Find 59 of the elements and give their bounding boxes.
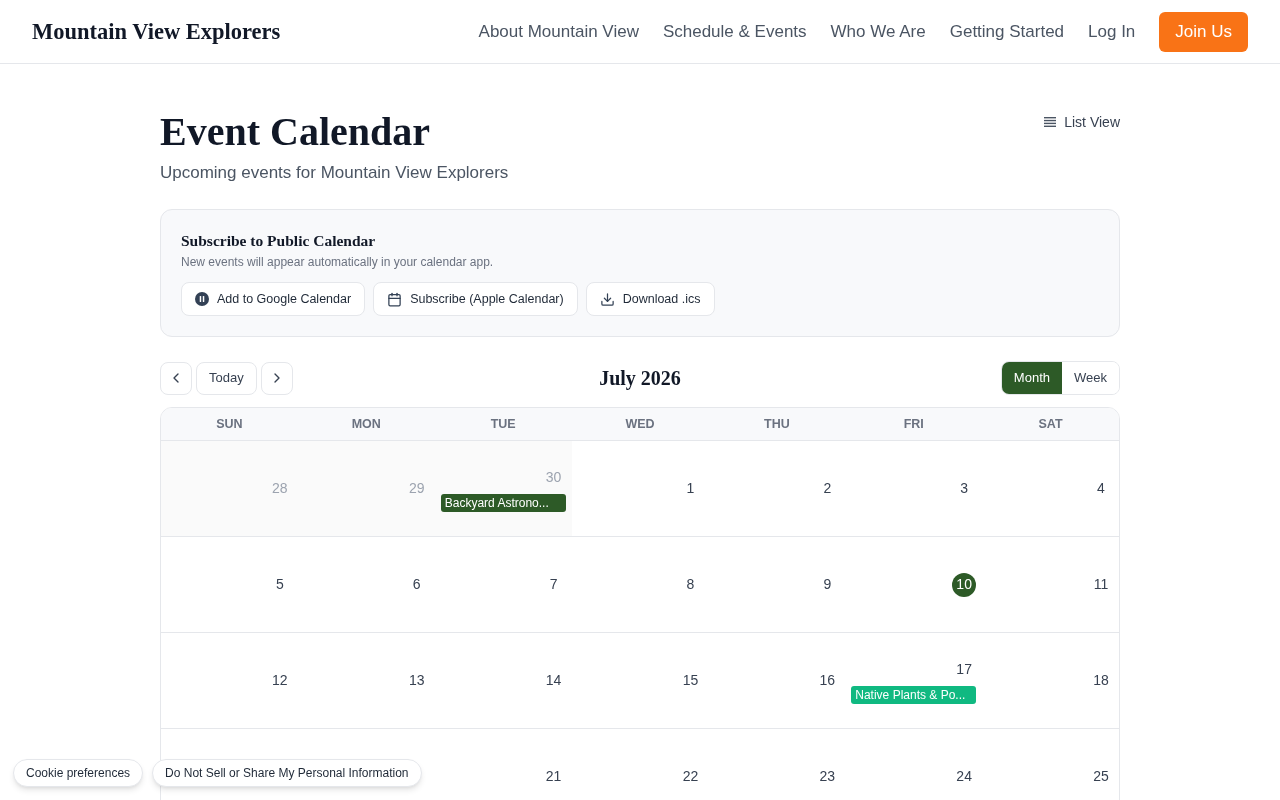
weekday-label: SAT xyxy=(1038,415,1063,433)
day-number: 30 xyxy=(544,468,563,487)
day-number: 7 xyxy=(548,575,559,594)
next-month-button[interactable] xyxy=(260,361,293,395)
day-number: 28 xyxy=(271,479,289,498)
day-number: 6 xyxy=(411,575,422,594)
day-number: 8 xyxy=(685,575,696,594)
weekday-label: TUE xyxy=(490,415,516,433)
view-tab[interactable]: Month xyxy=(1001,362,1062,394)
nav-link[interactable]: Schedule & Events xyxy=(662,18,807,45)
subscribe-title: Subscribe to Public Calendar xyxy=(181,231,377,251)
weekday-label: FRI xyxy=(903,415,924,433)
subscribe-description: New events will appear automatically in your calendar app. xyxy=(181,254,495,270)
nav-link[interactable]: About Mountain View xyxy=(478,18,639,45)
list-view-button[interactable]: List View xyxy=(1044,108,1120,136)
day-number: 14 xyxy=(544,671,563,690)
calendar-icon xyxy=(387,291,403,307)
day-number: 16 xyxy=(818,671,837,690)
subscribe-button[interactable]: Add to Google Calendar xyxy=(181,282,366,316)
page-title: Event Calendar xyxy=(160,108,431,156)
weekday-label: SUN xyxy=(216,415,243,433)
day-number: 5 xyxy=(274,575,285,594)
day-number: 11 xyxy=(1092,575,1110,594)
subscribe-button[interactable]: Download .ics xyxy=(585,282,715,316)
day-number: 21 xyxy=(544,767,563,786)
day-number: 3 xyxy=(959,479,970,498)
cookie-button[interactable]: Cookie preferences xyxy=(13,759,144,787)
nav-link[interactable]: Who We Are xyxy=(830,18,926,45)
nav-link[interactable]: Getting Started xyxy=(949,18,1065,45)
day-number: 25 xyxy=(1092,767,1110,786)
day-number: 24 xyxy=(955,767,973,786)
day-number: 2 xyxy=(822,479,833,498)
day-number: 1 xyxy=(685,479,696,498)
day-number: 4 xyxy=(1096,479,1106,498)
day-number: 12 xyxy=(271,671,289,690)
day-number: 29 xyxy=(407,479,426,498)
day-number: 18 xyxy=(1092,671,1110,690)
day-number: 17 xyxy=(955,660,973,679)
event-chip[interactable]: Backyard Astrono... xyxy=(440,493,566,512)
month-title: July 2026 xyxy=(599,366,681,392)
download-icon xyxy=(599,291,615,307)
day-number: 22 xyxy=(681,767,700,786)
day-number: 23 xyxy=(818,767,837,786)
weekday-label: WED xyxy=(625,415,655,433)
weekday-label: MON xyxy=(351,415,381,433)
pause-circle-icon xyxy=(195,292,209,306)
list-icon xyxy=(1044,117,1057,127)
previous-month-button[interactable] xyxy=(160,361,192,395)
cookie-button[interactable]: Do Not Sell or Share My Personal Information xyxy=(152,759,422,787)
nav-link[interactable]: Log In xyxy=(1088,18,1136,45)
page-subtitle: Upcoming events for Mountain View Explorers xyxy=(160,162,509,184)
weekday-label: THU xyxy=(764,415,790,433)
today-button[interactable]: Today xyxy=(196,361,257,395)
day-number: 13 xyxy=(407,671,426,690)
day-number: 15 xyxy=(681,671,700,690)
day-number: 9 xyxy=(822,575,833,594)
subscribe-button[interactable]: Subscribe (Apple Calendar) xyxy=(373,282,578,316)
site-logo[interactable]: Mountain View Explorers xyxy=(32,14,281,49)
day-number: 10 xyxy=(952,572,977,597)
